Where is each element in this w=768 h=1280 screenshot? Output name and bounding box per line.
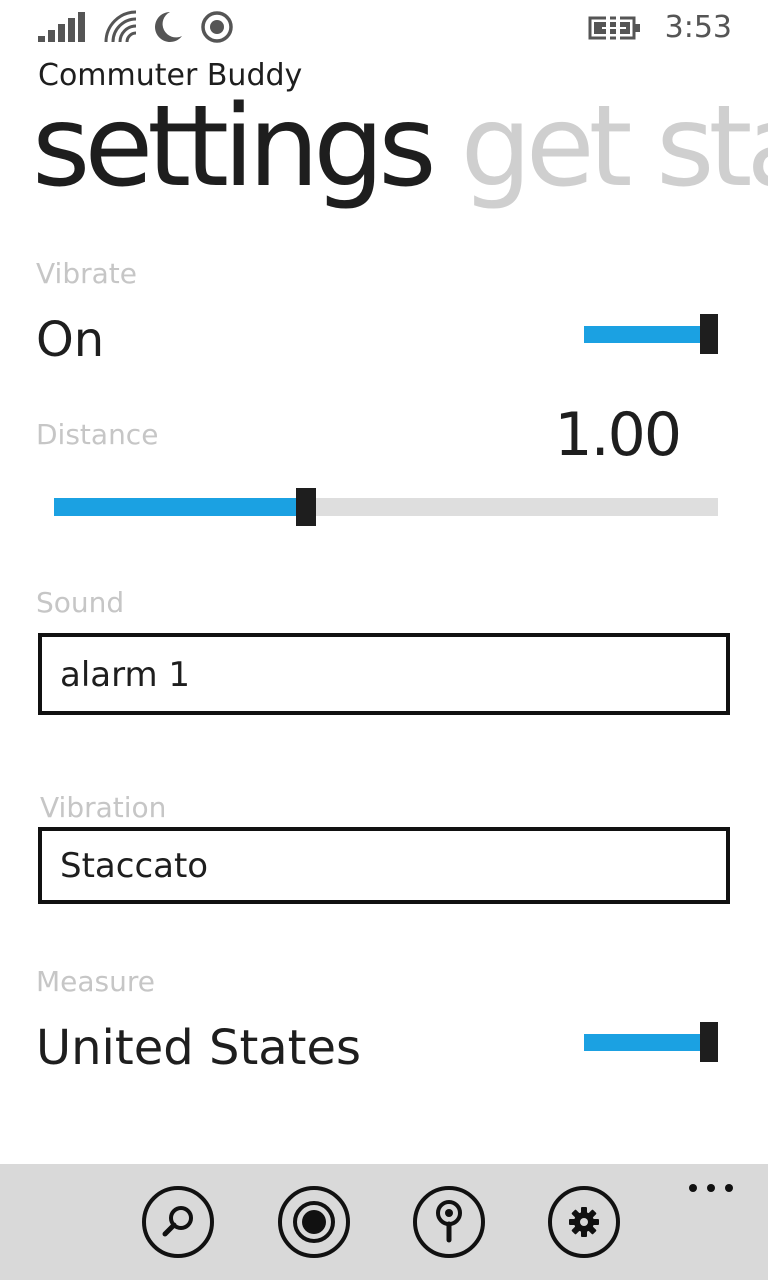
app-bar <box>0 1164 768 1280</box>
record-icon <box>293 1201 335 1243</box>
sound-label: Sound <box>36 586 125 619</box>
settings-gear-icon <box>569 1207 599 1237</box>
vibrate-toggle-track <box>584 326 708 343</box>
more-options-icon[interactable] <box>686 1178 736 1198</box>
pivot-item-settings[interactable]: settings <box>32 82 437 212</box>
measure-toggle[interactable] <box>584 1022 720 1062</box>
distance-slider[interactable] <box>54 486 718 526</box>
vibration-picker[interactable]: Staccato <box>38 827 730 904</box>
distance-slider-fill <box>54 498 306 516</box>
location-icon <box>201 11 233 43</box>
sound-picker-value: alarm 1 <box>60 655 191 695</box>
sound-picker[interactable]: alarm 1 <box>38 633 730 715</box>
record-button[interactable] <box>278 1186 350 1258</box>
quiet-hours-moon-icon <box>155 12 182 42</box>
map-pin-button[interactable] <box>413 1186 485 1258</box>
vibration-label: Vibration <box>40 791 167 824</box>
vibrate-toggle[interactable] <box>584 314 720 354</box>
measure-label: Measure <box>36 965 155 998</box>
distance-value: 1.00 <box>554 400 682 470</box>
signal-strength-icon <box>38 12 85 42</box>
measure-toggle-track <box>584 1034 708 1051</box>
settings-button[interactable] <box>548 1186 620 1258</box>
vibrate-value: On <box>36 312 105 368</box>
wifi-icon <box>104 10 137 43</box>
search-icon <box>162 1206 193 1237</box>
pivot-item-get-started[interactable]: get sta <box>461 82 768 212</box>
measure-value: United States <box>36 1020 362 1076</box>
map-pin-icon <box>436 1200 462 1243</box>
battery-charging-icon <box>588 16 640 40</box>
search-button[interactable] <box>142 1186 214 1258</box>
status-clock: 3:53 <box>664 10 732 45</box>
distance-slider-thumb[interactable] <box>296 488 316 526</box>
vibrate-toggle-thumb[interactable] <box>700 314 718 354</box>
measure-toggle-thumb[interactable] <box>700 1022 718 1062</box>
distance-label: Distance <box>36 418 159 451</box>
status-bar: 3:53 <box>0 0 768 56</box>
vibration-picker-value: Staccato <box>60 846 209 886</box>
vibrate-label: Vibrate <box>36 257 137 290</box>
pivot-header: settingsget sta <box>32 82 768 212</box>
